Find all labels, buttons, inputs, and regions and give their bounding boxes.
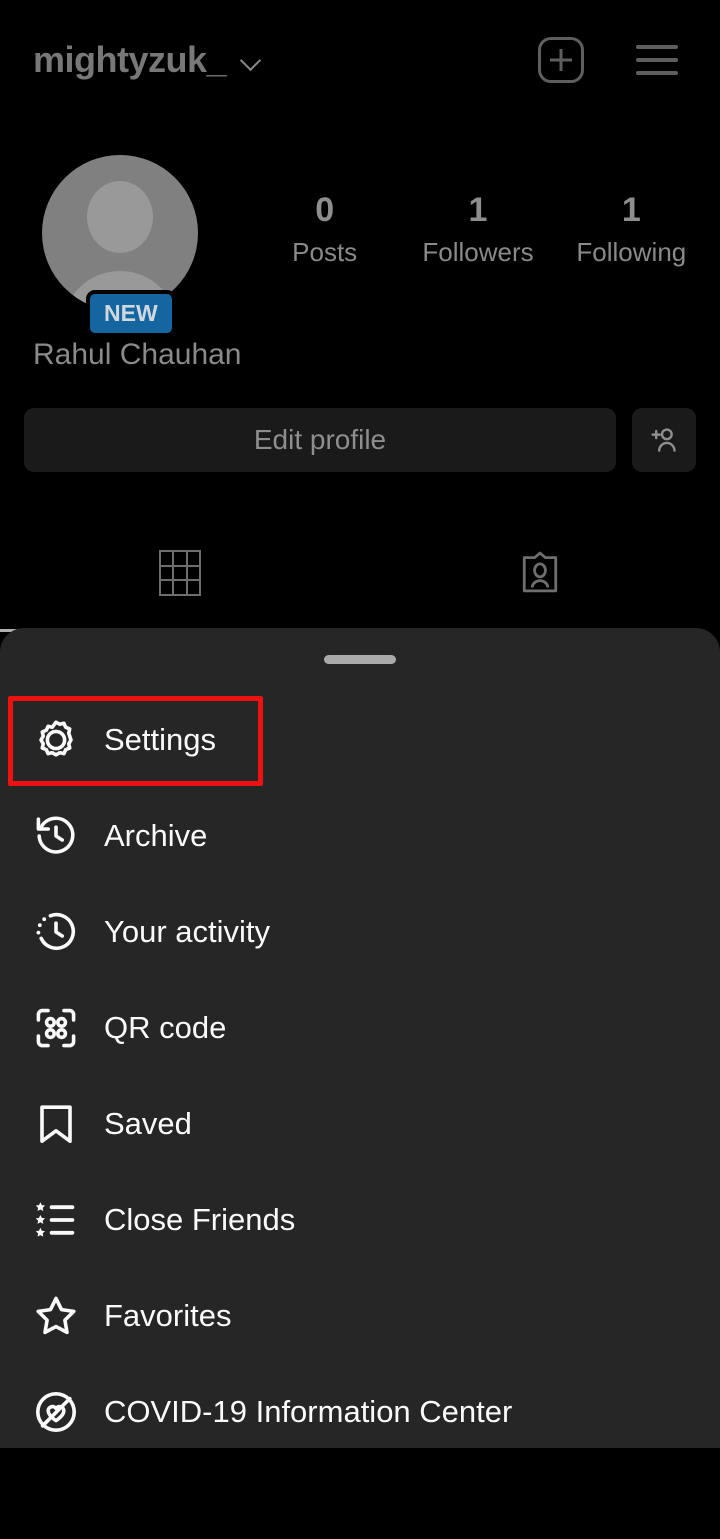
- following-label: Following: [576, 236, 687, 267]
- following-count: 1: [621, 191, 641, 229]
- menu-item-covid-information-center[interactable]: COVID-19 Information Center: [0, 1364, 720, 1460]
- stat-following[interactable]: 1 Following: [555, 190, 708, 268]
- stat-followers[interactable]: 1 Followers: [401, 190, 554, 268]
- profile-stats: 0 Posts 1 Followers 1 Following: [248, 190, 708, 268]
- menu-item-label: Favorites: [104, 1298, 232, 1333]
- star-list-icon: [30, 1194, 82, 1246]
- menu-item-settings[interactable]: Settings: [0, 692, 720, 788]
- bookmark-icon: [30, 1098, 82, 1150]
- tab-tagged[interactable]: [360, 528, 720, 618]
- hamburger-menu-icon[interactable]: [636, 45, 678, 75]
- add-person-button[interactable]: [632, 408, 696, 472]
- instagram-profile-screen: mightyzuk_ NEW Rahul Chauhan 0 Posts 1 F…: [0, 0, 720, 1539]
- menu-item-archive[interactable]: Archive: [0, 788, 720, 884]
- activity-clock-icon: [30, 906, 82, 958]
- menu-item-saved[interactable]: Saved: [0, 1076, 720, 1172]
- drag-handle[interactable]: [324, 655, 396, 664]
- posts-count: 0: [315, 191, 335, 229]
- qr-code-icon: [30, 1002, 82, 1054]
- profile-actions: Edit profile: [0, 408, 720, 472]
- status-badge[interactable]: NEW: [86, 290, 176, 337]
- heart-circle-icon: [30, 1386, 82, 1438]
- add-person-icon: [651, 428, 676, 452]
- full-name-label: Rahul Chauhan: [33, 338, 242, 371]
- menu-item-your-activity[interactable]: Your activity: [0, 884, 720, 980]
- account-switcher[interactable]: mightyzuk_: [33, 39, 264, 81]
- tab-grid[interactable]: [0, 528, 360, 632]
- username-label: mightyzuk_: [33, 39, 227, 80]
- tagged-person-icon: [522, 551, 558, 593]
- menu-item-label: Close Friends: [104, 1202, 296, 1237]
- avatar-head: [87, 181, 153, 253]
- menu-item-label: Settings: [104, 722, 217, 757]
- menu-item-close-friends[interactable]: Close Friends: [0, 1172, 720, 1268]
- gear-icon: [30, 714, 82, 766]
- edit-profile-button[interactable]: Edit profile: [24, 408, 616, 472]
- stat-posts[interactable]: 0 Posts: [248, 190, 401, 268]
- archive-clock-icon: [30, 810, 82, 862]
- menu-item-label: COVID-19 Information Center: [104, 1394, 513, 1429]
- avatar[interactable]: [42, 155, 198, 311]
- star-icon: [30, 1290, 82, 1342]
- followers-count: 1: [468, 191, 488, 229]
- followers-label: Followers: [422, 236, 534, 267]
- plus-square-icon[interactable]: [538, 37, 584, 83]
- settings-bottom-sheet: Settings Archive Your activity QR code S…: [0, 628, 720, 1448]
- menu-item-qr-code[interactable]: QR code: [0, 980, 720, 1076]
- profile-tabs: [0, 528, 720, 632]
- menu-item-favorites[interactable]: Favorites: [0, 1268, 720, 1364]
- menu-item-label: Your activity: [104, 914, 270, 949]
- menu-item-label: Archive: [104, 818, 208, 853]
- menu-item-label: QR code: [104, 1010, 227, 1045]
- grid-icon: [159, 550, 201, 596]
- profile-header: NEW Rahul Chauhan 0 Posts 1 Followers 1 …: [0, 150, 720, 371]
- top-bar: mightyzuk_: [0, 0, 720, 120]
- chevron-down-icon[interactable]: [240, 53, 264, 67]
- top-bar-actions: [538, 37, 678, 83]
- menu-item-label: Saved: [104, 1106, 192, 1141]
- settings-menu-list: Settings Archive Your activity QR code S…: [0, 692, 720, 1460]
- posts-label: Posts: [292, 236, 358, 267]
